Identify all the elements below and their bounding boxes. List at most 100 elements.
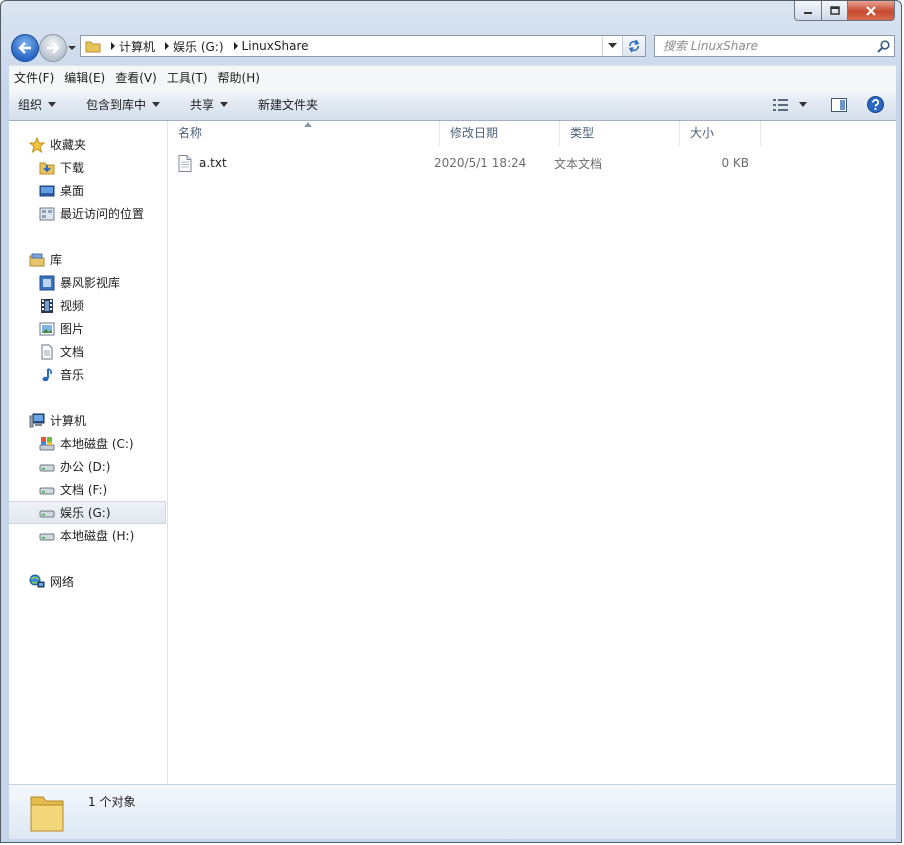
sidebar-item-downloads[interactable]: 下载 bbox=[9, 156, 167, 179]
sidebar-item-videos[interactable]: 视频 bbox=[9, 294, 167, 317]
include-library-label: 包含到库中 bbox=[86, 98, 147, 112]
sidebar-label: 图片 bbox=[60, 322, 85, 336]
menu-view[interactable]: 查看(V) bbox=[110, 67, 162, 89]
help-icon bbox=[867, 96, 884, 113]
sidebar-label: 文档 bbox=[60, 345, 85, 359]
libraries-group: 库 暴风影视库 视频 图片 文档 音乐 bbox=[9, 248, 167, 386]
refresh-button[interactable] bbox=[622, 36, 645, 56]
download-folder-icon bbox=[39, 160, 55, 176]
favorites-group: 收藏夹 下载 桌面 最近访问的位置 bbox=[9, 133, 167, 225]
sidebar-item-baofeng-library[interactable]: 暴风影视库 bbox=[9, 271, 167, 294]
sidebar-label: 最近访问的位置 bbox=[60, 207, 145, 221]
music-note-icon bbox=[39, 367, 55, 383]
column-modified-label: 修改日期 bbox=[450, 126, 499, 140]
sidebar-item-computer[interactable]: 计算机 bbox=[9, 409, 167, 432]
address-row: 计算机 娱乐 (G:) LinuxShare bbox=[1, 31, 901, 63]
column-name[interactable]: 名称 bbox=[168, 121, 440, 146]
sidebar-item-documents[interactable]: 文档 bbox=[9, 340, 167, 363]
folder-icon bbox=[30, 796, 64, 832]
file-size: 0 KB bbox=[721, 156, 749, 170]
breadcrumb-linuxshare[interactable]: LinuxShare bbox=[242, 36, 315, 56]
sidebar-item-desktop[interactable]: 桌面 bbox=[9, 179, 167, 202]
desktop-icon bbox=[39, 183, 55, 199]
command-toolbar: 组织 包含到库中 共享 新建文件夹 bbox=[9, 89, 896, 121]
column-headers: 名称 修改日期 类型 大小 bbox=[168, 121, 896, 146]
back-button[interactable] bbox=[11, 34, 39, 62]
menu-tools[interactable]: 工具(T) bbox=[162, 67, 213, 89]
include-in-library-button[interactable]: 包含到库中 bbox=[77, 93, 169, 117]
refresh-icon bbox=[628, 39, 640, 53]
sidebar-item-drive-g[interactable]: 娱乐 (G:) bbox=[9, 501, 166, 524]
address-history-dropdown[interactable] bbox=[602, 36, 621, 56]
sidebar-label: 本地磁盘 (H:) bbox=[60, 529, 135, 543]
file-name: a.txt bbox=[199, 156, 227, 170]
minimize-button[interactable] bbox=[794, 1, 822, 21]
sidebar-label: 收藏夹 bbox=[50, 138, 87, 152]
explorer-window: 计算机 娱乐 (G:) LinuxShare 文件(F) 编辑(E) 查看(V)… bbox=[0, 0, 902, 843]
sidebar-label: 网络 bbox=[50, 575, 75, 589]
navigation-pane: 收藏夹 下载 桌面 最近访问的位置 库 暴风影视库 视频 图片 文档 音乐 计算… bbox=[9, 121, 168, 784]
network-group: 网络 bbox=[9, 570, 167, 593]
recent-pages-dropdown-icon[interactable] bbox=[67, 43, 77, 53]
chevron-down-icon bbox=[48, 102, 57, 107]
preview-pane-button[interactable] bbox=[823, 93, 855, 117]
menu-help[interactable]: 帮助(H) bbox=[213, 67, 265, 89]
search-icon[interactable] bbox=[872, 39, 894, 53]
menu-file[interactable]: 文件(F) bbox=[9, 67, 59, 89]
sidebar-item-drive-h[interactable]: 本地磁盘 (H:) bbox=[9, 524, 167, 547]
sidebar-item-recent-places[interactable]: 最近访问的位置 bbox=[9, 202, 167, 225]
network-icon bbox=[29, 574, 45, 590]
sidebar-item-drive-d[interactable]: 办公 (D:) bbox=[9, 455, 167, 478]
document-icon bbox=[39, 344, 55, 360]
breadcrumb-drive-g[interactable]: 娱乐 (G:) bbox=[173, 36, 230, 56]
hard-drive-icon bbox=[39, 459, 55, 475]
close-button[interactable] bbox=[848, 1, 895, 21]
sidebar-item-music[interactable]: 音乐 bbox=[9, 363, 167, 386]
system-drive-icon bbox=[39, 436, 55, 452]
table-row[interactable]: a.txt 2020/5/1 18:24 文本文档 0 KB bbox=[178, 152, 768, 174]
organize-button[interactable]: 组织 bbox=[9, 93, 65, 117]
picture-icon bbox=[39, 321, 55, 337]
sidebar-item-favorites[interactable]: 收藏夹 bbox=[9, 133, 167, 156]
sidebar-label: 库 bbox=[50, 253, 63, 267]
chevron-down-icon bbox=[607, 43, 617, 48]
column-size[interactable]: 大小 bbox=[680, 121, 761, 146]
chevron-down-icon bbox=[220, 102, 229, 107]
maximize-button[interactable] bbox=[822, 1, 848, 21]
breadcrumb-computer[interactable]: 计算机 bbox=[119, 36, 161, 56]
search-box bbox=[654, 35, 895, 57]
sidebar-label: 计算机 bbox=[50, 414, 87, 428]
chevron-right-icon[interactable] bbox=[230, 36, 242, 56]
folder-icon bbox=[81, 36, 107, 56]
file-list-pane: 名称 修改日期 类型 大小 a.txt 2020/5/1 18:24 文本文档 … bbox=[168, 121, 896, 784]
chevron-right-icon[interactable] bbox=[107, 36, 119, 56]
star-icon bbox=[29, 136, 45, 153]
new-folder-button[interactable]: 新建文件夹 bbox=[249, 93, 327, 117]
close-icon bbox=[866, 5, 876, 16]
preview-pane-icon bbox=[831, 97, 847, 112]
chevron-down-icon bbox=[799, 102, 807, 107]
minimize-icon bbox=[804, 11, 812, 14]
sidebar-item-network[interactable]: 网络 bbox=[9, 570, 167, 593]
sidebar-item-libraries[interactable]: 库 bbox=[9, 248, 167, 271]
sidebar-item-drive-c[interactable]: 本地磁盘 (C:) bbox=[9, 432, 167, 455]
help-button[interactable] bbox=[859, 93, 896, 117]
search-input[interactable] bbox=[655, 37, 872, 55]
column-type[interactable]: 类型 bbox=[560, 121, 680, 146]
sidebar-label: 本地磁盘 (C:) bbox=[60, 437, 134, 451]
sidebar-label: 音乐 bbox=[60, 368, 85, 382]
forward-button[interactable] bbox=[39, 34, 67, 62]
library-icon bbox=[29, 252, 45, 268]
column-modified[interactable]: 修改日期 bbox=[440, 121, 560, 146]
column-size-label: 大小 bbox=[690, 126, 715, 140]
address-bar[interactable]: 计算机 娱乐 (G:) LinuxShare bbox=[80, 35, 646, 57]
menu-edit[interactable]: 编辑(E) bbox=[59, 67, 110, 89]
file-modified: 2020/5/1 18:24 bbox=[434, 156, 527, 170]
chevron-right-icon[interactable] bbox=[161, 36, 173, 56]
change-view-button[interactable] bbox=[765, 93, 815, 117]
hard-drive-icon bbox=[39, 482, 55, 498]
sidebar-item-drive-f[interactable]: 文档 (F:) bbox=[9, 478, 167, 501]
menu-bar: 文件(F) 编辑(E) 查看(V) 工具(T) 帮助(H) bbox=[9, 65, 896, 90]
sidebar-item-pictures[interactable]: 图片 bbox=[9, 317, 167, 340]
share-button[interactable]: 共享 bbox=[181, 93, 237, 117]
